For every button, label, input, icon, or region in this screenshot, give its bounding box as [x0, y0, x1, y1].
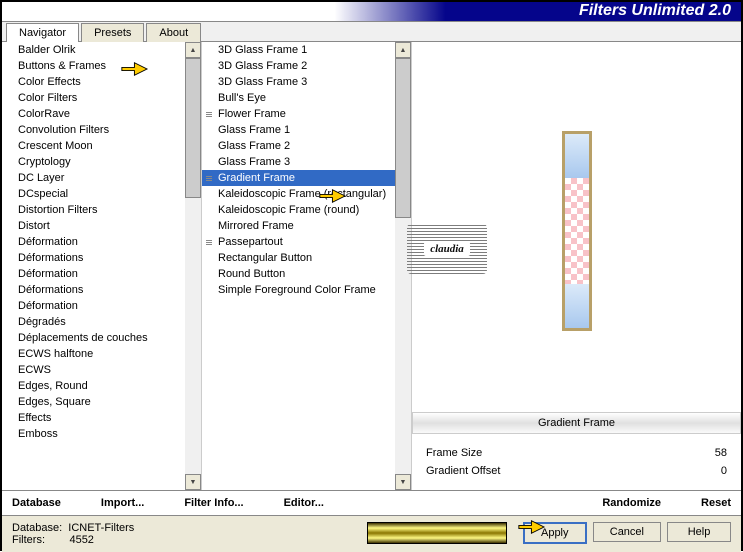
randomize-button[interactable]: Randomize	[602, 497, 661, 509]
category-item[interactable]: Color Filters	[2, 90, 201, 106]
category-item[interactable]: DC Layer	[2, 170, 201, 186]
filter-item[interactable]: Glass Frame 1	[202, 122, 411, 138]
filter-item[interactable]: Glass Frame 2	[202, 138, 411, 154]
scroll-thumb[interactable]	[395, 58, 411, 218]
db-value: ICNET-Filters	[68, 522, 134, 534]
parameter-panel: Frame Size 58 Gradient Offset 0	[412, 434, 741, 490]
preview-top	[565, 134, 589, 178]
category-item[interactable]: Color Effects	[2, 74, 201, 90]
scroll-up-icon[interactable]: ▲	[185, 42, 201, 58]
category-item[interactable]: Emboss	[2, 426, 201, 442]
database-button[interactable]: Database	[12, 497, 61, 509]
category-item[interactable]: Buttons & Frames	[2, 58, 201, 74]
filter-item[interactable]: 3D Glass Frame 3	[202, 74, 411, 90]
category-item[interactable]: Edges, Square	[2, 394, 201, 410]
filters-label: Filters:	[12, 534, 45, 546]
tab-about[interactable]: About	[146, 23, 201, 42]
category-item[interactable]: Dégradés	[2, 314, 201, 330]
main-area: Balder OlrikButtons & FramesColor Effect…	[2, 42, 741, 490]
scroll-down-icon[interactable]: ▼	[185, 474, 201, 490]
category-item[interactable]: Déformation	[2, 298, 201, 314]
category-item[interactable]: ColorRave	[2, 106, 201, 122]
import-button[interactable]: Import...	[101, 497, 144, 509]
category-item[interactable]: ECWS	[2, 362, 201, 378]
filter-item[interactable]: Gradient Frame	[202, 170, 411, 186]
preview-image	[562, 131, 592, 331]
filter-item[interactable]: Passepartout	[202, 234, 411, 250]
filter-item[interactable]: Bull's Eye	[202, 90, 411, 106]
category-item[interactable]: Crescent Moon	[2, 138, 201, 154]
category-item[interactable]: DCspecial	[2, 186, 201, 202]
filter-item[interactable]: Mirrored Frame	[202, 218, 411, 234]
footer-info: Database: ICNET-Filters Filters: 4552	[12, 522, 367, 546]
category-item[interactable]: Déformations	[2, 282, 201, 298]
title-bar: Filters Unlimited 2.0	[2, 2, 741, 22]
filter-item[interactable]: Simple Foreground Color Frame	[202, 282, 411, 298]
watermark-badge: claudia	[407, 224, 487, 274]
filter-info-button[interactable]: Filter Info...	[184, 497, 243, 509]
scroll-thumb[interactable]	[185, 58, 201, 198]
category-item[interactable]: Cryptology	[2, 154, 201, 170]
tab-navigator[interactable]: Navigator	[6, 23, 79, 42]
category-item[interactable]: Déplacements de couches	[2, 330, 201, 346]
param-name: Frame Size	[426, 447, 482, 459]
filter-list[interactable]: 3D Glass Frame 13D Glass Frame 23D Glass…	[202, 42, 412, 490]
preview-title: Gradient Frame	[412, 412, 741, 434]
filter-item[interactable]: Flower Frame	[202, 106, 411, 122]
filter-item[interactable]: Kaleidoscopic Frame (round)	[202, 202, 411, 218]
category-item[interactable]: Effects	[2, 410, 201, 426]
preview-bot	[565, 284, 589, 328]
category-item[interactable]: Déformation	[2, 234, 201, 250]
apply-button[interactable]: Apply	[523, 522, 587, 544]
scrollbar[interactable]: ▲ ▼	[185, 42, 201, 490]
filters-value: 4552	[69, 534, 93, 546]
filter-item[interactable]: 3D Glass Frame 2	[202, 58, 411, 74]
filter-item[interactable]: Round Button	[202, 266, 411, 282]
category-item[interactable]: Balder Olrik	[2, 42, 201, 58]
filter-item[interactable]: Rectangular Button	[202, 250, 411, 266]
tab-presets[interactable]: Presets	[81, 23, 144, 42]
filter-item[interactable]: 3D Glass Frame 1	[202, 42, 411, 58]
category-item[interactable]: ECWS halftone	[2, 346, 201, 362]
category-list[interactable]: Balder OlrikButtons & FramesColor Effect…	[2, 42, 202, 490]
db-label: Database:	[12, 522, 62, 534]
cancel-button[interactable]: Cancel	[593, 522, 661, 542]
param-value: 0	[721, 465, 727, 477]
preview-mid	[565, 178, 589, 284]
scroll-up-icon[interactable]: ▲	[395, 42, 411, 58]
reset-button[interactable]: Reset	[701, 497, 731, 509]
param-value: 58	[715, 447, 727, 459]
category-item[interactable]: Distort	[2, 218, 201, 234]
param-row[interactable]: Frame Size 58	[426, 444, 727, 462]
app-title: Filters Unlimited 2.0	[579, 2, 731, 20]
param-name: Gradient Offset	[426, 465, 500, 477]
category-item[interactable]: Déformations	[2, 250, 201, 266]
toolbar: Database Import... Filter Info... Editor…	[2, 490, 741, 515]
watermark-text: claudia	[424, 242, 470, 256]
filter-item[interactable]: Glass Frame 3	[202, 154, 411, 170]
filter-item[interactable]: Kaleidoscopic Frame (rectangular)	[202, 186, 411, 202]
help-button[interactable]: Help	[667, 522, 731, 542]
footer: Database: ICNET-Filters Filters: 4552 Ap…	[2, 515, 741, 552]
editor-button[interactable]: Editor...	[284, 497, 324, 509]
tab-strip: Navigator Presets About	[2, 22, 741, 42]
scroll-down-icon[interactable]: ▼	[395, 474, 411, 490]
category-item[interactable]: Déformation	[2, 266, 201, 282]
gold-bar	[367, 522, 507, 544]
category-item[interactable]: Convolution Filters	[2, 122, 201, 138]
param-row[interactable]: Gradient Offset 0	[426, 462, 727, 480]
category-item[interactable]: Distortion Filters	[2, 202, 201, 218]
category-item[interactable]: Edges, Round	[2, 378, 201, 394]
